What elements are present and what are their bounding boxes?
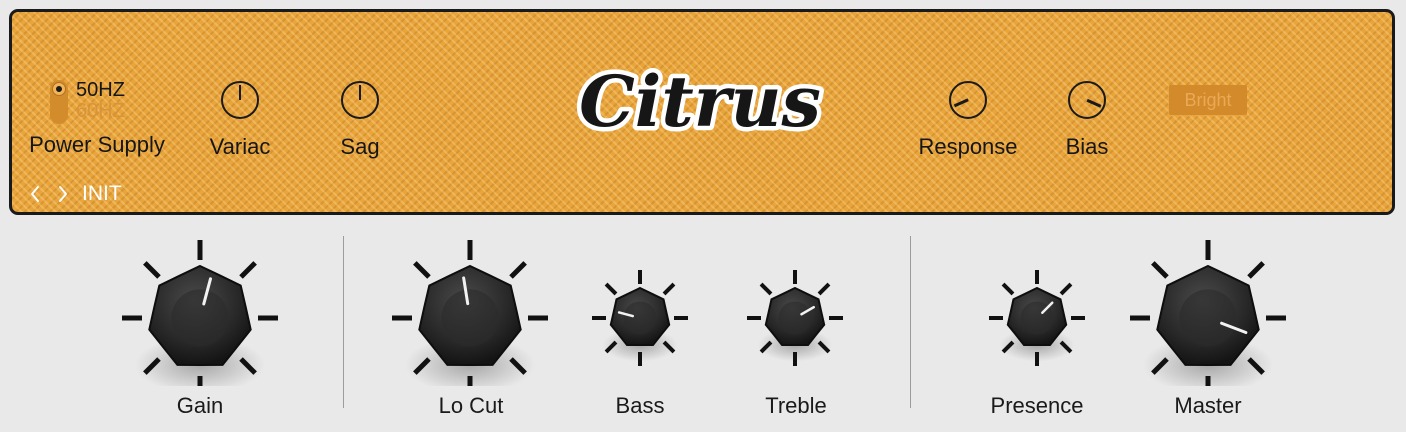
bright-button[interactable]: Bright — [1169, 85, 1247, 115]
treble-label: Treble — [765, 393, 827, 418]
presence-label: Presence — [990, 393, 1084, 418]
preset-bar: INIT — [24, 180, 122, 208]
toggle-thumb — [52, 82, 66, 96]
power-supply-toggle[interactable] — [50, 80, 68, 124]
gain-label: Gain — [176, 393, 224, 418]
lo-cut-label: Lo Cut — [438, 393, 504, 418]
knob-tick — [1247, 261, 1265, 279]
response-pointer — [953, 98, 969, 108]
gain-knob[interactable] — [120, 236, 280, 386]
bias-label: Bias — [1065, 134, 1109, 159]
knob-cap — [1179, 289, 1237, 347]
knob-tick — [239, 261, 257, 279]
preset-name[interactable]: INIT — [82, 182, 122, 206]
bass-label: Bass — [615, 393, 665, 418]
section-divider-right — [910, 236, 911, 408]
response-knob[interactable] — [949, 81, 987, 119]
knob-tick — [1151, 261, 1169, 279]
knob-cap — [623, 301, 657, 335]
treble-knob[interactable] — [735, 256, 855, 376]
variac-knob[interactable] — [221, 81, 259, 119]
bass-knob[interactable] — [580, 256, 700, 376]
power-supply-label: Power Supply — [29, 132, 165, 157]
master-label: Master — [1174, 393, 1242, 418]
sag-label: Sag — [340, 134, 380, 159]
sag-knob[interactable] — [341, 81, 379, 119]
master-knob[interactable] — [1128, 236, 1288, 386]
variac-label: Variac — [209, 134, 271, 159]
bias-knob[interactable] — [1068, 81, 1106, 119]
logo-text: Citrus — [579, 60, 821, 143]
presence-knob[interactable] — [977, 256, 1097, 376]
knob-tick — [604, 282, 618, 296]
knob-cap — [778, 301, 812, 335]
power-option-60hz[interactable]: 60HZ — [76, 100, 125, 123]
bias-pointer — [1086, 98, 1102, 108]
knob-tick — [1001, 282, 1015, 296]
knob-cap — [441, 289, 499, 347]
chevron-left-icon[interactable] — [24, 182, 46, 206]
sag-pointer — [358, 85, 362, 100]
knob-tick — [509, 261, 527, 279]
section-divider-left — [343, 236, 344, 408]
response-label: Response — [918, 134, 1018, 159]
knob-tick — [662, 282, 676, 296]
power-option-50hz[interactable]: 50HZ — [76, 79, 125, 102]
knob-tick — [1059, 282, 1073, 296]
knob-tick — [143, 261, 161, 279]
knob-tick — [817, 282, 831, 296]
chevron-right-icon[interactable] — [52, 182, 74, 206]
lo-cut-knob[interactable] — [390, 236, 550, 386]
knob-cap — [171, 289, 229, 347]
knob-tick — [413, 261, 431, 279]
knob-tick — [759, 282, 773, 296]
citrus-logo: Citrus — [575, 56, 826, 148]
variac-pointer — [238, 85, 242, 100]
